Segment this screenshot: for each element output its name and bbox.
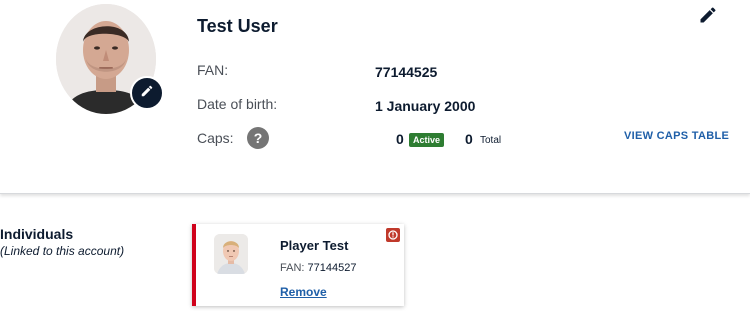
player-fan-label: FAN:: [280, 262, 305, 274]
pencil-icon: [140, 84, 154, 103]
caps-total-label: Total: [480, 135, 502, 146]
view-caps-table-link[interactable]: VIEW CAPS TABLE: [624, 130, 729, 142]
player-fan: FAN: 77144527: [280, 262, 356, 274]
fan-label: FAN:: [197, 62, 229, 78]
caps-total-count: 0: [465, 131, 473, 147]
active-badge: Active: [409, 133, 445, 147]
dob-label: Date of birth:: [197, 96, 278, 112]
player-name: Player Test: [280, 238, 349, 253]
pencil-icon: [698, 5, 718, 30]
individuals-subtitle: (Linked to this account): [0, 244, 125, 258]
individual-card: Player Test FAN: 77144527 Remove: [192, 224, 404, 306]
remove-link[interactable]: Remove: [280, 285, 327, 299]
caps-label: Caps:: [197, 130, 234, 146]
user-name: Test User: [197, 16, 278, 36]
alert-icon[interactable]: [386, 228, 400, 242]
fan-value: 77144525: [375, 64, 438, 80]
caps-active-count: 0: [396, 131, 404, 147]
edit-profile-button[interactable]: [697, 6, 719, 28]
player-fan-value: 77144527: [307, 262, 357, 274]
question-icon[interactable]: ?: [247, 127, 269, 149]
avatar-edit-button[interactable]: [130, 76, 164, 110]
individuals-title: Individuals: [0, 226, 74, 242]
avatar-container: [56, 4, 164, 114]
dob-value: 1 January 2000: [375, 98, 476, 114]
profile-header: Test User FAN: 77144525 Date of birth: 1…: [0, 0, 750, 194]
player-photo: [214, 234, 248, 274]
